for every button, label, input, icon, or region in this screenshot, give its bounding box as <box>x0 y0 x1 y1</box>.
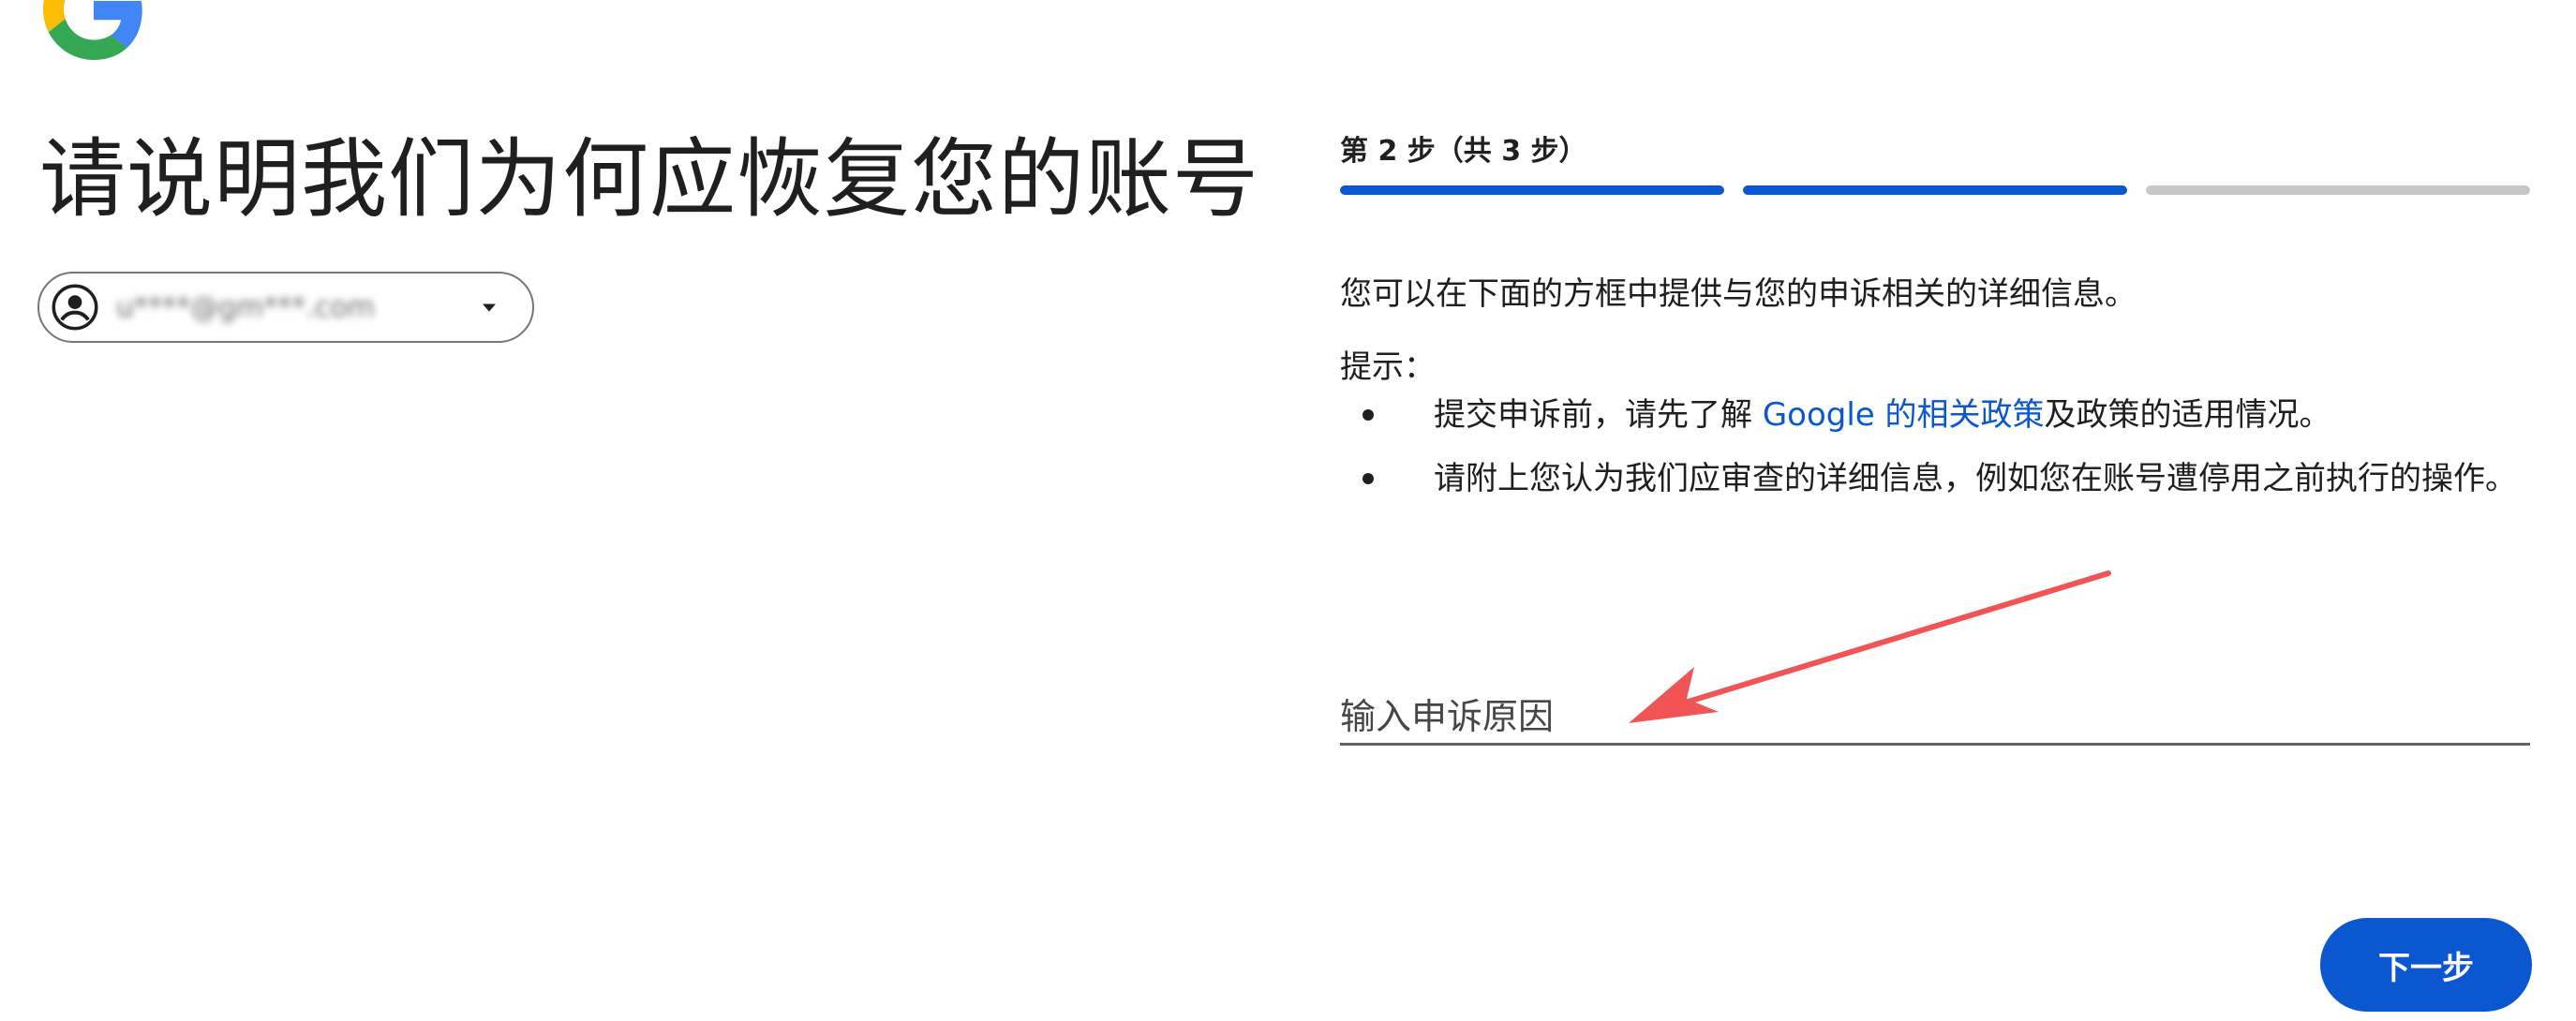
appeal-reason-input[interactable] <box>1340 689 2530 746</box>
page-title: 请说明我们为何应恢复您的账号 <box>39 129 1260 229</box>
hint-text: 提交申诉前，请先了解 <box>1434 396 1763 434</box>
recovery-page: 请说明我们为何应恢复您的账号 u****@gm***.com 第 2 步（共 3… <box>0 0 2576 1021</box>
hints-list: 提交申诉前，请先了解 Google 的相关政策及政策的适用情况。 请附上您认为我… <box>1340 392 2530 519</box>
account-selector[interactable]: u****@gm***.com <box>37 272 534 343</box>
google-logo-icon <box>43 0 142 60</box>
form-description: 您可以在下面的方框中提供与您的申诉相关的详细信息。 <box>1340 275 2137 313</box>
progress-segment <box>1743 185 2127 195</box>
next-button[interactable]: 下一步 <box>2320 918 2532 1012</box>
google-policy-link[interactable]: Google 的相关政策 <box>1763 396 2045 434</box>
progress-bar <box>1340 185 2530 195</box>
bullet-icon <box>1362 409 1374 421</box>
hint-text: 请附上您认为我们应审查的详细信息，例如您在账号遭停用之前执行的操作。 <box>1434 460 2517 497</box>
hint-item: 请附上您认为我们应审查的详细信息，例如您在账号遭停用之前执行的操作。 <box>1340 455 2530 502</box>
account-email: u****@gm***.com <box>116 290 375 324</box>
bullet-icon <box>1362 473 1374 484</box>
step-indicator: 第 2 步（共 3 步） <box>1340 135 1587 168</box>
progress-segment <box>2146 185 2530 195</box>
hint-text: 及政策的适用情况。 <box>2044 396 2331 434</box>
caret-down-icon <box>483 303 496 312</box>
hints-title: 提示： <box>1340 348 1436 386</box>
account-circle-icon <box>52 284 98 331</box>
hint-item: 提交申诉前，请先了解 Google 的相关政策及政策的适用情况。 <box>1340 392 2530 438</box>
progress-segment <box>1340 185 1724 195</box>
